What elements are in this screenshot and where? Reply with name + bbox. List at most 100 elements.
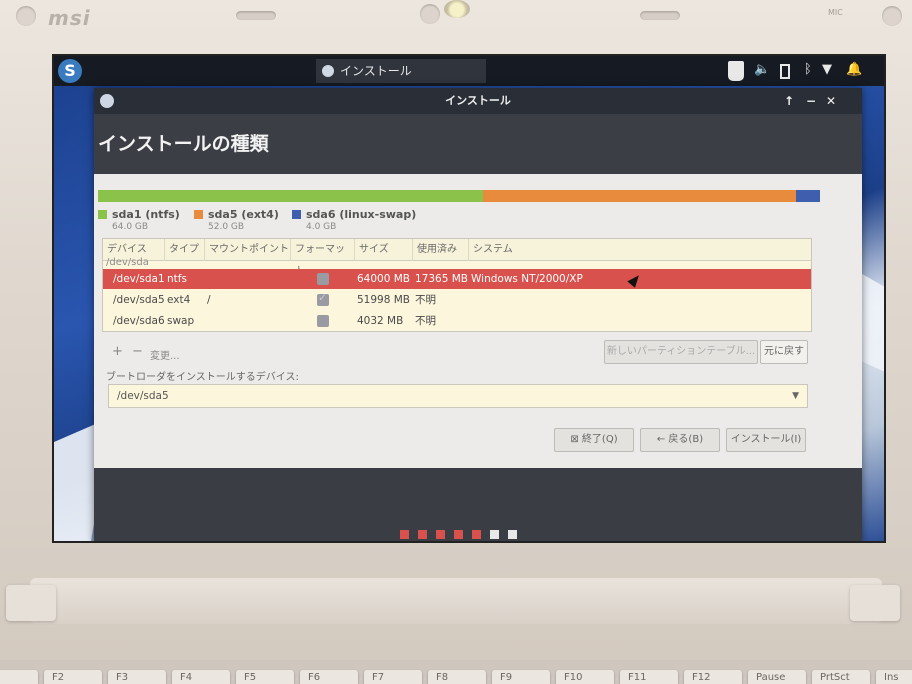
keyboard-key: F11 (620, 670, 678, 684)
bootloader-device-select[interactable]: /dev/sda5 ▼ (108, 384, 808, 408)
revert-button[interactable]: 元に戻す (760, 340, 808, 364)
webcam-icon (444, 0, 470, 18)
new-partition-table-button[interactable]: 新しいパーティションテーブル... (604, 340, 758, 364)
bezel-slot-right (640, 11, 680, 20)
disk-usage-segment (795, 190, 820, 202)
bluetooth-icon[interactable]: ᛒ (804, 62, 812, 77)
remove-partition-button[interactable]: − (132, 344, 143, 359)
legend-swatch (98, 210, 107, 219)
minimize-icon[interactable]: − (806, 88, 816, 114)
cell-used: 17365 MB (415, 273, 469, 285)
table-row[interactable]: /dev/sda6 swap 4032 MB 不明 (103, 311, 811, 331)
column-header-used[interactable]: 使用済み (413, 239, 469, 261)
quit-button[interactable]: ⊠ 終了(Q) (554, 428, 634, 452)
table-row[interactable]: /dev/sda1 ntfs 64000 MB 17365 MB Windows… (103, 269, 811, 289)
top-panel: S インストール 🔈 ᛒ ▼ 🔔 (54, 56, 884, 86)
close-icon[interactable]: ✕ (826, 88, 836, 114)
page-header: インストールの種類 (94, 114, 862, 174)
installer-icon (322, 65, 334, 77)
install-button[interactable]: インストール(I) (726, 428, 806, 452)
format-checkbox[interactable] (317, 315, 329, 327)
installer-window: インストール ↑ − ✕ インストールの種類 sda1 (ntfs) 64.0 … (94, 88, 862, 541)
cell-size: 4032 MB (357, 315, 404, 327)
page-title: インストールの種類 (98, 133, 269, 155)
window-titlebar: インストール ↑ − ✕ (94, 88, 862, 114)
step-dot (436, 530, 445, 539)
legend-label: sda1 (ntfs) (112, 208, 180, 221)
legend-item-sda6: sda6 (linux-swap) 4.0 GB (292, 208, 416, 232)
keyboard-key: F4 (172, 670, 230, 684)
disk-usage-bar (98, 190, 820, 202)
cell-device: /dev/sda6 (113, 315, 165, 327)
cell-mount: / (207, 294, 211, 306)
keyboard-key: F10 (556, 670, 614, 684)
keyboard-key: Ins (876, 670, 912, 684)
column-header-format[interactable]: フォーマット (291, 239, 355, 277)
legend-label: sda6 (linux-swap) (306, 208, 417, 221)
format-checkbox[interactable] (317, 291, 329, 306)
keyboard-key: F7 (364, 670, 422, 684)
legend-size: 64.0 GB (112, 222, 149, 232)
taskbar-item-label: インストール (340, 64, 412, 78)
wifi-icon[interactable]: ▼ (822, 62, 832, 77)
disk-usage-segment (98, 190, 484, 202)
keyboard-key: F1 (0, 670, 38, 684)
cell-system: Windows NT/2000/XP (471, 273, 583, 285)
format-checkbox[interactable] (317, 273, 329, 285)
laptop-screen: S インストール 🔈 ᛒ ▼ 🔔 インストール ↑ − ✕ インストールの種類 … (52, 54, 886, 543)
column-header-mount[interactable]: マウントポイント (205, 239, 291, 261)
change-partition-button[interactable]: 変更... (150, 347, 180, 362)
table-row[interactable]: /dev/sda5 ext4 / 51998 MB 不明 (103, 290, 811, 310)
trash-icon[interactable] (728, 61, 744, 81)
step-dot (400, 530, 409, 539)
bootloader-selected-value: /dev/sda5 (117, 390, 169, 402)
window-title: インストール (445, 94, 511, 107)
bezel-slot-left (236, 11, 276, 20)
cell-used: 不明 (415, 315, 436, 327)
column-header-system[interactable]: システム (469, 239, 811, 261)
step-dot (472, 530, 481, 539)
laptop-hinge (30, 578, 882, 624)
chevron-down-icon: ▼ (792, 391, 799, 401)
cell-type: ntfs (167, 273, 187, 285)
keyboard-key: F2 (44, 670, 102, 684)
keyboard-key: F12 (684, 670, 742, 684)
table-header: デバイス タイプ マウントポイント フォーマット サイズ 使用済み システム (103, 239, 811, 277)
legend-item-sda5: sda5 (ext4) 52.0 GB (194, 208, 279, 232)
cell-type: ext4 (167, 294, 191, 306)
legend-size: 52.0 GB (208, 222, 245, 232)
step-dot (508, 530, 517, 539)
back-button[interactable]: ← 戻る(B) (640, 428, 720, 452)
cell-used: 不明 (415, 294, 436, 306)
legend-label: sda5 (ext4) (208, 208, 279, 221)
cell-size: 64000 MB (357, 273, 411, 285)
keyboard-key: F9 (492, 670, 550, 684)
cell-size: 51998 MB (357, 294, 411, 306)
notification-bell-icon[interactable]: 🔔 (846, 62, 862, 77)
keyboard-key: PrtSct (812, 670, 870, 684)
step-dot (490, 530, 499, 539)
column-header-type[interactable]: タイプ (165, 239, 205, 261)
bezel-light-right (882, 6, 902, 26)
keyboard-key: F3 (108, 670, 166, 684)
legend-swatch (292, 210, 301, 219)
add-partition-button[interactable]: + (112, 344, 123, 359)
column-header-size[interactable]: サイズ (355, 239, 413, 261)
legend-swatch (194, 210, 203, 219)
keyboard-key: F5 (236, 670, 294, 684)
partition-table: デバイス タイプ マウントポイント フォーマット サイズ 使用済み システム /… (102, 238, 812, 332)
hinge-left (6, 585, 56, 621)
volume-icon[interactable]: 🔈 (754, 62, 770, 77)
window-app-icon (100, 94, 114, 108)
bootloader-label: ブートローダをインストールするデバイス: (106, 372, 299, 383)
keyboard-key: F6 (300, 670, 358, 684)
battery-icon[interactable] (780, 64, 790, 79)
hinge-right (850, 585, 900, 621)
brand-logo: msi (48, 6, 91, 30)
maximize-icon[interactable]: ↑ (784, 88, 794, 114)
taskbar-installer-item[interactable]: インストール (316, 59, 486, 83)
disk-usage-segment (483, 190, 796, 202)
menu-logo-icon[interactable]: S (58, 59, 82, 83)
bezel-button-left (420, 4, 440, 24)
legend-size: 4.0 GB (306, 222, 337, 232)
